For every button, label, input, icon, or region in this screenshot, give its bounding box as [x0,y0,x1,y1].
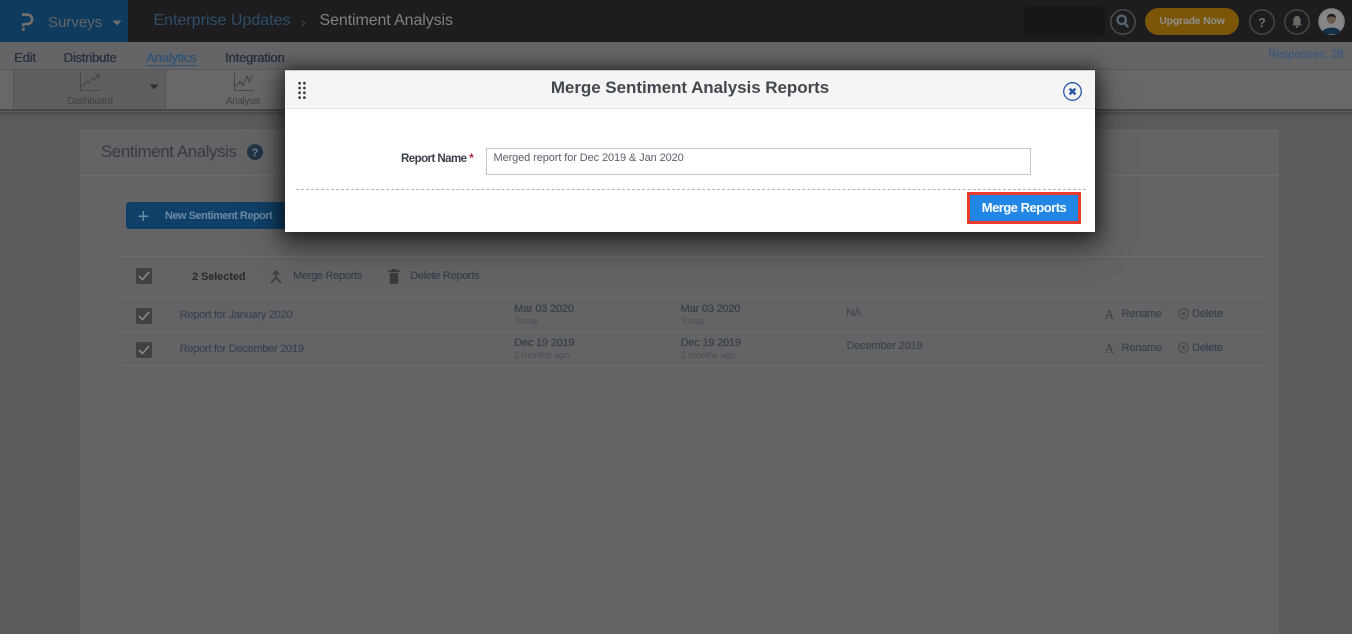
svg-text:?: ? [1258,16,1266,30]
svg-text:?: ? [251,147,258,159]
